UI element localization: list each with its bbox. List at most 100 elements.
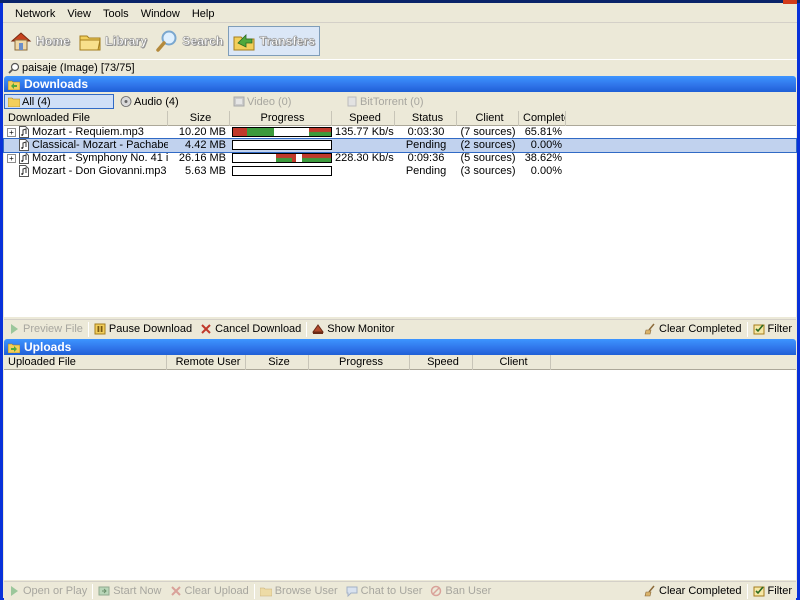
clear-upload-button[interactable]: Clear Upload bbox=[166, 583, 253, 600]
play-icon bbox=[8, 585, 20, 597]
filter-video[interactable]: Video (0) bbox=[230, 94, 340, 109]
separator bbox=[746, 321, 748, 337]
download-file-cell: + Mozart - Requiem.mp3 bbox=[4, 126, 168, 139]
expand-icon[interactable]: + bbox=[7, 153, 16, 163]
download-size-cell: 5.63 MB bbox=[185, 165, 226, 177]
open-or-play-button[interactable]: Open or Play bbox=[4, 583, 91, 600]
title-bar bbox=[0, 0, 800, 3]
menu-window[interactable]: Window bbox=[135, 6, 186, 22]
expand-placeholder bbox=[7, 167, 16, 176]
progress-bar bbox=[232, 153, 332, 163]
progress-bar bbox=[232, 166, 332, 176]
col-progress[interactable]: Progress bbox=[309, 355, 410, 370]
progress-segment bbox=[252, 128, 275, 136]
ban-user-button[interactable]: Ban User bbox=[426, 583, 495, 600]
show-monitor-button[interactable]: Show Monitor bbox=[308, 321, 398, 338]
uploads-table: Uploaded File Remote User Size Progress … bbox=[4, 355, 796, 580]
menu-tools[interactable]: Tools bbox=[97, 6, 135, 22]
col-complete[interactable]: Complete bbox=[519, 111, 566, 126]
download-size-cell: 4.42 MB bbox=[185, 139, 226, 151]
search-result-tab[interactable]: paisaje (Image) [73/75] bbox=[3, 59, 797, 75]
col-status[interactable]: Status bbox=[395, 111, 457, 126]
progress-segment bbox=[233, 128, 247, 136]
broom-icon bbox=[644, 323, 656, 335]
progress-segment bbox=[309, 154, 331, 162]
downloads-action-bar: Preview File Pause Download Cancel Downl… bbox=[4, 319, 796, 338]
close-window-button[interactable] bbox=[783, 0, 797, 4]
download-speed-cell: 135.77 Kb/s bbox=[335, 126, 394, 138]
expand-placeholder bbox=[7, 141, 16, 150]
separator bbox=[746, 583, 748, 599]
progress-segment bbox=[291, 154, 296, 162]
download-client-cell: (5 sources) bbox=[460, 152, 516, 164]
transfers-button[interactable]: Transfers bbox=[228, 26, 321, 56]
cancel-icon bbox=[200, 323, 212, 335]
start-now-button[interactable]: Start Now bbox=[94, 583, 165, 600]
audio-file-icon bbox=[19, 152, 29, 165]
download-status-cell: 0:03:30 bbox=[407, 126, 445, 138]
filter-icon bbox=[753, 585, 765, 597]
col-remote-user[interactable]: Remote User bbox=[167, 355, 246, 370]
separator bbox=[306, 321, 308, 337]
filter-uploads-button[interactable]: Filter bbox=[749, 583, 796, 600]
download-size-cell: 10.20 MB bbox=[178, 126, 226, 138]
menu-view[interactable]: View bbox=[61, 6, 97, 22]
filter-audio[interactable]: Audio (4) bbox=[117, 94, 227, 109]
download-row[interactable]: Classical- Mozart - Pachabel Can... 4.42 … bbox=[3, 138, 797, 153]
col-client[interactable]: Client bbox=[457, 111, 519, 126]
downloads-table-header: Downloaded File Size Progress Speed Stat… bbox=[4, 111, 796, 126]
cancel-download-button[interactable]: Cancel Download bbox=[196, 321, 305, 338]
downloads-table: Downloaded File Size Progress Speed Stat… bbox=[3, 111, 797, 317]
filter-icon bbox=[753, 323, 765, 335]
menu-bar: Network View Tools Window Help bbox=[3, 5, 797, 23]
filter-all[interactable]: All (4) bbox=[4, 94, 114, 109]
col-progress[interactable]: Progress bbox=[230, 111, 332, 126]
download-progress-cell bbox=[230, 152, 332, 165]
library-button[interactable]: Library bbox=[75, 26, 151, 56]
home-button[interactable]: Home bbox=[6, 26, 74, 56]
progress-segment bbox=[301, 154, 310, 162]
folder-icon bbox=[7, 79, 21, 90]
col-uploaded-file[interactable]: Uploaded File bbox=[4, 355, 167, 370]
search-icon bbox=[8, 62, 20, 74]
menu-network[interactable]: Network bbox=[9, 6, 61, 22]
col-speed[interactable]: Speed bbox=[410, 355, 473, 370]
col-client[interactable]: Client bbox=[473, 355, 551, 370]
download-row[interactable]: + Mozart - Symphony No. 41 in C M... 26.16… bbox=[4, 152, 796, 165]
clear-completed-uploads-button[interactable]: Clear Completed bbox=[640, 583, 746, 600]
home-icon bbox=[9, 29, 33, 53]
search-icon bbox=[155, 29, 179, 53]
filter-bittorrent[interactable]: BitTorrent (0) bbox=[343, 94, 453, 109]
col-size[interactable]: Size bbox=[246, 355, 309, 370]
download-file-name: Mozart - Symphony No. 41 in C M... bbox=[32, 152, 168, 164]
col-size[interactable]: Size bbox=[168, 111, 230, 126]
preview-file-button[interactable]: Preview File bbox=[4, 321, 87, 338]
download-size-cell: 26.16 MB bbox=[178, 152, 226, 164]
download-row[interactable]: Mozart - Don Giovanni.mp3 5.63 MB Pending (… bbox=[4, 165, 796, 178]
pause-download-button[interactable]: Pause Download bbox=[90, 321, 196, 338]
col-downloaded-file[interactable]: Downloaded File bbox=[4, 111, 168, 126]
col-speed[interactable]: Speed bbox=[332, 111, 395, 126]
download-file-name: Mozart - Requiem.mp3 bbox=[32, 126, 144, 138]
chat-to-user-button[interactable]: Chat to User bbox=[342, 583, 427, 600]
video-icon bbox=[233, 96, 245, 107]
download-file-cell: Mozart - Don Giovanni.mp3 bbox=[4, 165, 168, 178]
downloads-header: Downloads bbox=[4, 76, 796, 92]
expand-icon[interactable]: + bbox=[7, 127, 16, 137]
download-file-name: Classical- Mozart - Pachabel Can... bbox=[32, 139, 168, 151]
download-row[interactable]: + Mozart - Requiem.mp3 10.20 MB 135.77 Kb/s… bbox=[4, 126, 796, 139]
filter-downloads-button[interactable]: Filter bbox=[749, 321, 796, 338]
clear-completed-downloads-button[interactable]: Clear Completed bbox=[640, 321, 746, 338]
progress-segment bbox=[276, 154, 292, 162]
separator bbox=[253, 583, 255, 599]
search-button[interactable]: Search bbox=[152, 26, 227, 56]
transfers-icon bbox=[232, 29, 256, 53]
audio-icon bbox=[120, 96, 132, 107]
menu-help[interactable]: Help bbox=[186, 6, 221, 22]
main-toolbar: Home Library Search Transfers bbox=[3, 24, 797, 58]
download-complete-cell: 0.00% bbox=[530, 139, 562, 151]
separator bbox=[92, 583, 94, 599]
browse-user-button[interactable]: Browse User bbox=[256, 583, 342, 600]
progress-segment bbox=[309, 128, 331, 136]
cancel-icon bbox=[170, 585, 182, 597]
